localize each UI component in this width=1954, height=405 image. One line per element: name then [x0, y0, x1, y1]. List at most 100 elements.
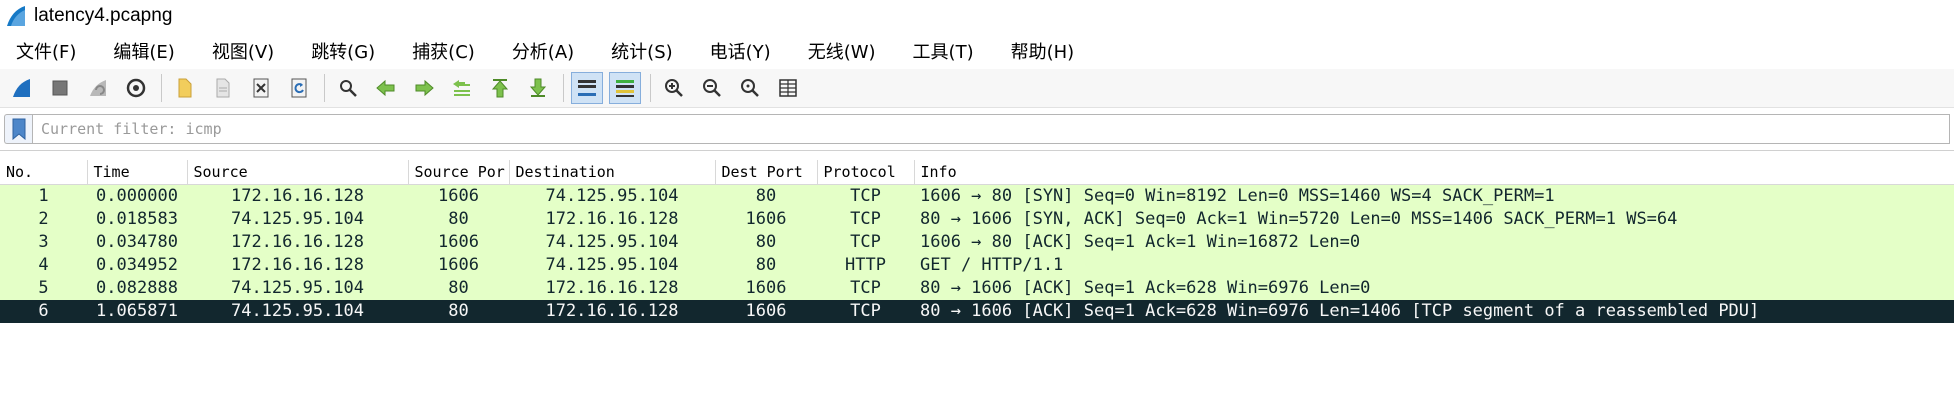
cell-source: 74.125.95.104: [230, 301, 365, 321]
close-file-button[interactable]: [245, 72, 277, 104]
packet-row[interactable]: 5 0.082888 74.125.95.104 80 172.16.16.128 160…: [0, 276, 1954, 300]
column-header-2[interactable]: Source: [187, 160, 409, 185]
cell-source: 74.125.95.104: [230, 209, 365, 229]
cell-protocol: TCP: [850, 301, 881, 321]
column-header-5[interactable]: Dest Port: [715, 160, 818, 185]
column-header-1[interactable]: Time: [87, 160, 188, 185]
filter-bookmark-button[interactable]: [4, 114, 32, 144]
cell-no: 3: [38, 232, 49, 252]
menu-item-9[interactable]: 工具(T): [903, 34, 984, 68]
colorize-button[interactable]: [609, 72, 641, 104]
column-header-4[interactable]: Destination: [509, 160, 716, 185]
cell-source-port: 1606: [438, 186, 479, 207]
cell-source-port: 80: [448, 301, 469, 321]
column-header-3[interactable]: Source Por: [408, 160, 510, 185]
cell-info: 1606 → 80 [SYN] Seq=0 Win=8192 Len=0 MSS…: [920, 186, 1555, 207]
auto-scroll-button[interactable]: [571, 72, 603, 104]
packet-list: No. Time Source Source Por Destination Dest P…: [0, 160, 1954, 323]
go-forward-button[interactable]: [408, 72, 440, 104]
packet-row[interactable]: 4 0.034952 172.16.16.128 1606 74.125.95.104 8…: [0, 253, 1954, 277]
first-packet-icon: [491, 79, 509, 98]
column-header-7[interactable]: Info: [914, 160, 1954, 185]
cell-time: 0.034952: [96, 255, 178, 275]
cell-info: 80 → 1606 [ACK] Seq=1 Ack=628 Win=6976 L…: [920, 301, 1760, 321]
menu-item-5[interactable]: 分析(A): [502, 34, 584, 68]
toolbar-separator: [650, 74, 651, 102]
first-packet-button[interactable]: [484, 72, 516, 104]
resize-columns-icon: [779, 79, 797, 97]
normal-size-button[interactable]: [734, 72, 766, 104]
restart-capture-button[interactable]: [82, 72, 114, 104]
menu-item-0[interactable]: 文件(F): [6, 34, 86, 68]
cell-source: 172.16.16.128: [230, 186, 365, 207]
packet-row[interactable]: 3 0.034780 172.16.16.128 1606 74.125.95.104 8…: [0, 230, 1954, 254]
bookmark-icon: [12, 118, 25, 140]
cell-info: 80 → 1606 [SYN, ACK] Seq=0 Ack=1 Win=572…: [920, 209, 1678, 229]
packet-row[interactable]: 2 0.018583 74.125.95.104 80 172.16.16.128 160…: [0, 207, 1954, 231]
cell-time: 0.034780: [96, 232, 178, 252]
menu-item-4[interactable]: 捕获(C): [402, 34, 485, 68]
go-to-packet-icon: [453, 80, 470, 96]
open-file-icon: [178, 78, 192, 98]
cell-source: 172.16.16.128: [230, 232, 365, 252]
cell-no: 2: [38, 209, 49, 229]
wireshark-logo-icon: [7, 6, 25, 26]
cell-protocol: TCP: [850, 232, 881, 252]
menu-bar: 文件(F) 编辑(E) 视图(V) 跳转(G) 捕获(C) 分析(A) 统计(S) 电话(Y)…: [0, 32, 1954, 69]
capture-options-icon: [126, 78, 146, 98]
zoom-in-icon: [665, 79, 683, 97]
packet-row[interactable]: 1 0.000000 172.16.16.128 1606 74.125.95.104 8…: [0, 184, 1954, 208]
save-file-button[interactable]: [207, 72, 239, 104]
cell-no: 5: [38, 278, 49, 298]
cell-destination: 74.125.95.104: [545, 186, 679, 207]
menu-item-3[interactable]: 跳转(G): [301, 34, 385, 68]
find-packet-icon: [340, 80, 357, 97]
zoom-out-button[interactable]: [696, 72, 728, 104]
cell-protocol: TCP: [850, 278, 881, 298]
cell-source-port: 80: [448, 278, 469, 298]
toolbar-separator: [161, 74, 162, 102]
menu-item-2[interactable]: 视图(V): [202, 34, 284, 68]
menu-item-1[interactable]: 编辑(E): [103, 34, 184, 68]
go-to-packet-button[interactable]: [446, 72, 478, 104]
menu-item-6[interactable]: 统计(S): [601, 34, 682, 68]
stop-capture-icon: [52, 80, 68, 96]
zoom-in-button[interactable]: [658, 72, 690, 104]
column-header-row: No. Time Source Source Por Destination Dest P…: [0, 160, 1954, 185]
stop-capture-button[interactable]: [44, 72, 76, 104]
toolbar-separator: [563, 74, 564, 102]
cell-source-port: 1606: [438, 255, 479, 275]
menu-item-8[interactable]: 无线(W): [798, 34, 886, 68]
cell-no: 1: [38, 186, 49, 207]
display-filter-input[interactable]: [32, 114, 1950, 144]
cell-dest-port: 80: [755, 232, 777, 252]
open-file-button[interactable]: [169, 72, 201, 104]
cell-destination: 172.16.16.128: [545, 301, 679, 321]
toolbar-separator: [324, 74, 325, 102]
close-file-icon: [253, 78, 269, 98]
last-packet-button[interactable]: [522, 72, 554, 104]
packet-row[interactable]: 6 1.065871 74.125.95.104 80 172.16.16.128 160…: [0, 299, 1954, 323]
save-file-icon: [216, 78, 230, 98]
column-header-6[interactable]: Protocol: [817, 160, 915, 185]
cell-dest-port: 80: [755, 186, 777, 207]
menu-item-7[interactable]: 电话(Y): [700, 34, 781, 68]
menu-item-10[interactable]: 帮助(H): [1001, 34, 1085, 68]
cell-destination: 172.16.16.128: [545, 278, 679, 298]
go-back-icon: [376, 79, 395, 97]
cell-no: 4: [38, 255, 49, 275]
cell-dest-port: 1606: [745, 209, 787, 229]
cell-info: GET / HTTP/1.1: [920, 255, 1064, 275]
capture-options-button[interactable]: [120, 72, 152, 104]
find-packet-button[interactable]: [332, 72, 364, 104]
zoom-out-icon: [703, 79, 721, 97]
resize-columns-button[interactable]: [772, 72, 804, 104]
main-toolbar: [0, 69, 1954, 108]
auto-scroll-icon: [578, 80, 596, 96]
shark-fin-start-icon: [13, 79, 30, 97]
restart-capture-icon: [90, 80, 106, 96]
go-back-button[interactable]: [370, 72, 402, 104]
reload-file-button[interactable]: [283, 72, 315, 104]
column-header-0[interactable]: No.: [0, 160, 88, 185]
shark-fin-start-button[interactable]: [6, 72, 38, 104]
